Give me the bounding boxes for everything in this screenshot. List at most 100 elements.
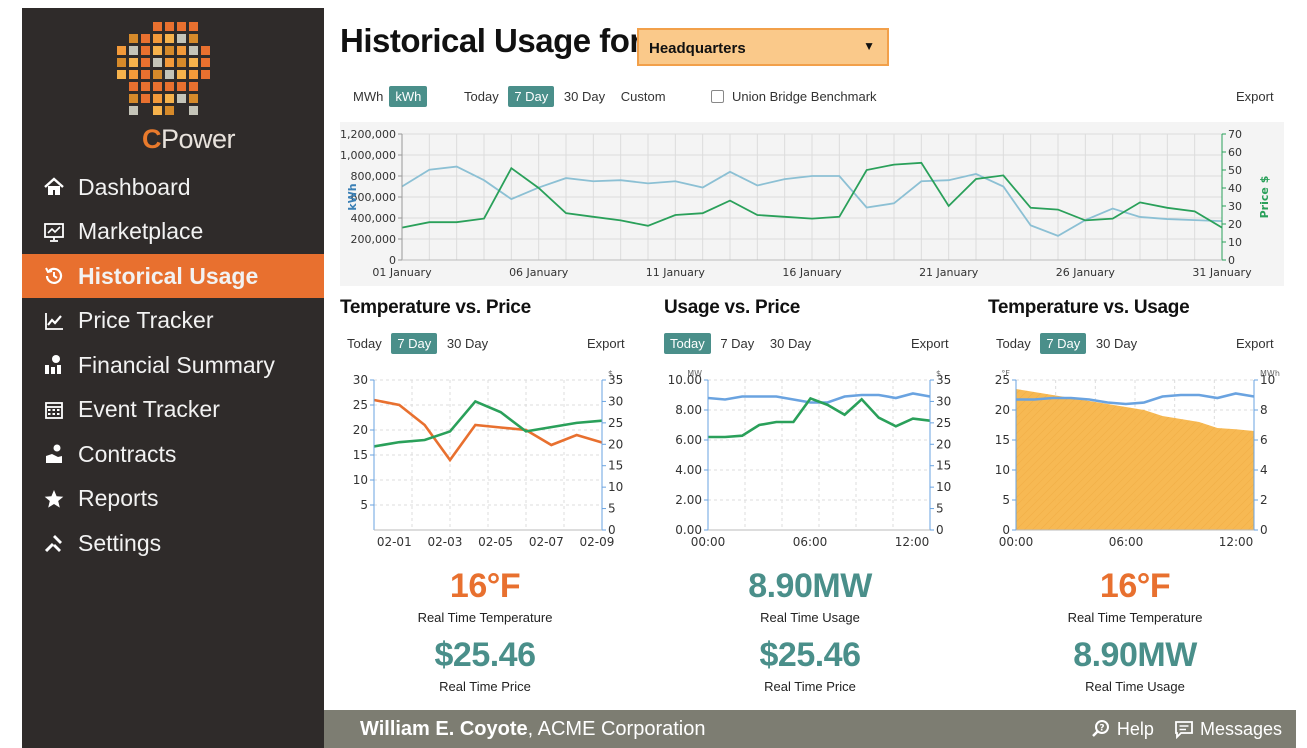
y2-tick-label: 20 [936,437,951,451]
temp-usage-title: Temperature vs. Usage [988,297,1190,318]
temp-price-today-button[interactable]: Today [341,333,388,354]
temp-usage-today-button[interactable]: Today [990,333,1037,354]
y-tick-label: 400,000 [351,212,397,225]
range-30day-button[interactable]: 30 Day [558,86,611,107]
temp-price-range-toggle: Today 7 Day 30 Day [341,333,494,354]
logo-tile [177,94,186,103]
sidebar-item-contracts[interactable]: Contracts [22,432,324,476]
x-tick-label: 00:00 [999,535,1034,549]
range-7day-button[interactable]: 7 Day [508,86,555,107]
y-tick-label: 1,200,000 [340,128,396,141]
y2-tick-label: 30 [608,394,623,408]
y2-tick-label: 30 [936,394,951,408]
logo-tile [189,34,198,43]
x-tick-label: 26 January [1056,266,1116,279]
logo-tile [189,46,198,55]
usage-price-today-button[interactable]: Today [664,333,711,354]
unit-mwh-button[interactable]: MWh [347,86,389,107]
y-tick-label: 20 [995,403,1010,417]
usage-price-chart: 0.002.004.006.008.0010.00051015202530350… [668,369,952,549]
range-custom-button[interactable]: Custom [615,86,672,107]
calendar-icon [42,398,66,422]
x-tick-label: 06:00 [793,535,828,549]
home-icon [42,175,66,199]
usage-price-export-button[interactable]: Export [911,336,949,351]
sidebar-item-marketplace[interactable]: Marketplace [22,210,324,254]
benchmark-toggle[interactable]: Union Bridge Benchmark [711,89,877,104]
y2-tick-label: 20 [1228,218,1242,231]
sidebar-item-label: Dashboard [78,173,191,200]
logo-tile [201,46,210,55]
temperature-price-chart: 510152025300510152025303502-01 02-03 02-05… [353,369,624,549]
y2-tick-label: 60 [1228,146,1242,159]
y-tick-label: 8.00 [675,403,702,417]
message-icon [1175,721,1193,739]
logo-tile [189,70,198,79]
y2-tick-label: 5 [608,502,616,516]
sidebar-item-label: Event Tracker [78,396,220,422]
tools-icon [42,531,66,555]
brand-name: CPower [142,124,236,154]
usage-price-label2: Real Time Price [764,679,856,694]
logo-tile [153,58,162,67]
y2-axis-label: Price $ [1258,176,1271,219]
temp-usage-30day-button[interactable]: 30 Day [1090,333,1143,354]
x-tick-label: 02-05 [478,535,513,549]
usage-price-value1: 8.90MW [748,567,872,605]
user-name: William E. Coyote [360,717,528,740]
y-tick-label: 1,000,000 [340,149,396,162]
x-tick-label: 21 January [919,266,979,279]
messages-link[interactable]: Messages [1174,719,1282,740]
y2-tick-label: 15 [608,459,623,473]
temp-price-30day-button[interactable]: 30 Day [441,333,494,354]
y2-unit-label: $ [608,369,613,378]
y2-tick-label: 0 [1260,523,1268,537]
y2-tick-label: 6 [1260,433,1268,447]
logo-tile [129,82,138,91]
sidebar-item-financial-summary[interactable]: Financial Summary [22,343,324,387]
logo-tile [129,58,138,67]
sidebar-item-label: Reports [78,485,159,511]
logo-tile [141,46,150,55]
temp-usage-export-button[interactable]: Export [1236,336,1274,351]
logo-tile [189,106,198,115]
contract-icon [42,442,66,466]
y2-unit-label: $ [936,369,941,378]
temp-price-export-button[interactable]: Export [587,336,625,351]
y-tick-label: 800,000 [351,170,397,183]
logo-tile [165,70,174,79]
sidebar-item-settings[interactable]: Settings [22,521,324,565]
temp-usage-value2: 8.90MW [1073,636,1197,674]
sidebar-item-price-tracker[interactable]: Price Tracker [22,299,324,343]
logo-tile [189,94,198,103]
unit-kwh-button[interactable]: kWh [389,86,428,107]
temp-usage-range-toggle: Today 7 Day 30 Day [990,333,1143,354]
logo-tile [153,34,162,43]
sidebar-item-historical-usage[interactable]: Historical Usage [22,254,324,298]
sidebar-item-dashboard[interactable]: Dashboard [22,165,324,209]
y-tick-label: 10 [353,473,368,487]
site-select[interactable]: Headquarters ▼ [637,28,889,66]
usage-price-30day-button[interactable]: 30 Day [764,333,817,354]
logo-tile [165,22,174,31]
logo-tile [129,46,138,55]
logo-tile [189,82,198,91]
range-today-button[interactable]: Today [458,86,505,107]
y2-tick-label: 15 [936,459,951,473]
usage-price-7day-button[interactable]: 7 Day [714,333,760,354]
export-main-button[interactable]: Export [1236,89,1274,104]
logo-tile [153,70,162,79]
y2-tick-label: 50 [1228,164,1242,177]
logo-tile [201,58,210,67]
benchmark-checkbox[interactable] [711,90,724,103]
y-tick-label: 25 [353,398,368,412]
logo-tile [129,70,138,79]
x-tick-label: 31 January [1192,266,1252,279]
sidebar-item-event-tracker[interactable]: Event Tracker [22,388,324,432]
logo-tile [165,58,174,67]
help-link[interactable]: ? Help [1091,719,1154,740]
sidebar-item-reports[interactable]: Reports [22,477,324,521]
temp-price-value1: 16°F [449,567,521,605]
temp-usage-7day-button[interactable]: 7 Day [1040,333,1087,354]
temp-price-7day-button[interactable]: 7 Day [391,333,438,354]
